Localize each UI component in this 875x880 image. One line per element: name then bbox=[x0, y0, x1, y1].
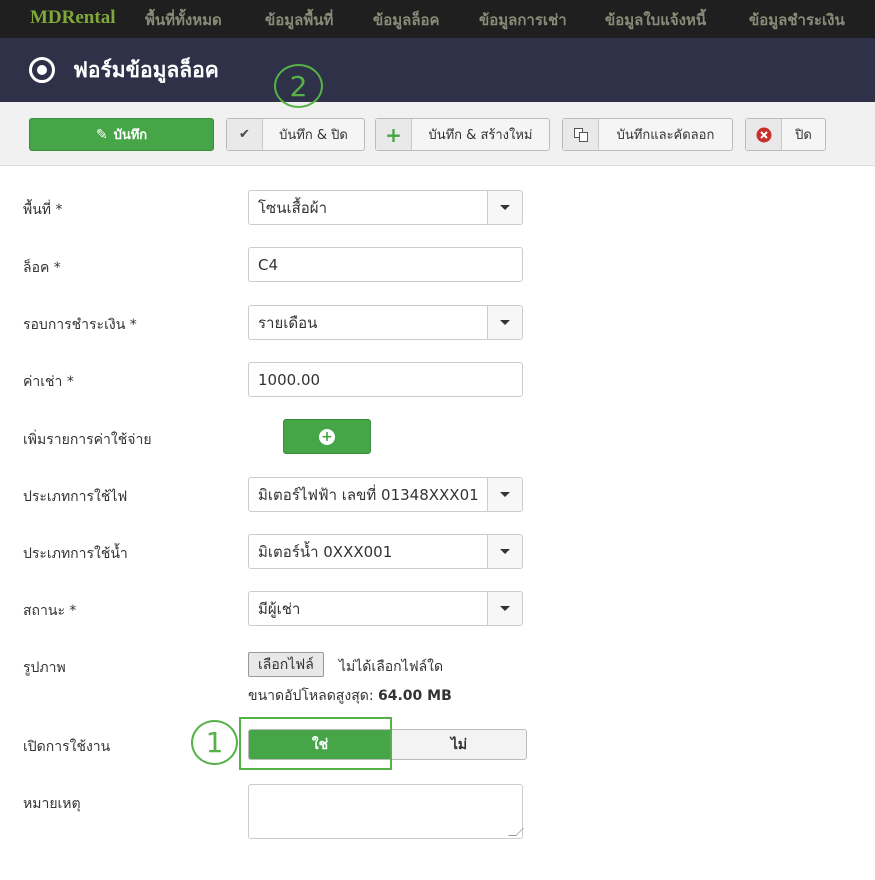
nav-item-area-info[interactable]: ข้อมูลพื้นที่ bbox=[265, 8, 333, 32]
max-upload-value: 64.00 MB bbox=[378, 688, 452, 704]
chevron-down-icon bbox=[487, 306, 522, 339]
page-header: ฟอร์มข้อมูลล็อค bbox=[0, 38, 875, 102]
max-upload-label: ขนาดอัปโหลดสูงสุด: bbox=[248, 688, 374, 704]
save-button[interactable]: ✎ บันทึก bbox=[29, 118, 214, 151]
record-icon bbox=[29, 57, 55, 83]
copy-icon bbox=[563, 119, 599, 150]
electric-select[interactable]: มิเตอร์ไฟฟ้า เลขที่ 01348XXX01 bbox=[248, 477, 523, 512]
status-label: สถานะ * bbox=[23, 603, 77, 619]
save-new-label: บันทึก & สร้างใหม่ bbox=[428, 128, 533, 143]
area-value: โซนเสื้อผ้า bbox=[258, 198, 327, 217]
note-label: หมายเหตุ bbox=[23, 796, 81, 812]
page-title: ฟอร์มข้อมูลล็อค bbox=[73, 58, 219, 82]
electric-label: ประเภทการใช้ไฟ bbox=[23, 489, 128, 505]
chevron-down-icon bbox=[487, 191, 522, 224]
chevron-down-icon bbox=[487, 478, 522, 511]
water-value: มิเตอร์น้ำ 0XXX001 bbox=[258, 542, 393, 561]
check-icon: ✔ bbox=[227, 119, 263, 150]
nav-item-invoice-info[interactable]: ข้อมูลใบแจ้งหนี้ bbox=[605, 8, 706, 32]
rent-label: ค่าเช่า * bbox=[23, 374, 74, 390]
nav-item-rental-info[interactable]: ข้อมูลการเช่า bbox=[479, 8, 567, 32]
close-button[interactable]: ปิด bbox=[745, 118, 826, 151]
top-navbar: MDRental พื้นที่ทั้งหมด ข้อมูลพื้นที่ ข้… bbox=[0, 0, 875, 38]
nav-item-lock-info[interactable]: ข้อมูลล็อค bbox=[373, 8, 440, 32]
water-select[interactable]: มิเตอร์น้ำ 0XXX001 bbox=[248, 534, 523, 569]
area-select[interactable]: โซนเสื้อผ้า bbox=[248, 190, 523, 225]
save-close-button[interactable]: ✔ บันทึก & ปิด bbox=[226, 118, 365, 151]
chevron-down-icon bbox=[487, 592, 522, 625]
rent-input[interactable]: 1000.00 bbox=[248, 362, 523, 397]
add-expense-button[interactable]: + bbox=[283, 419, 371, 454]
enabled-label: เปิดการใช้งาน bbox=[23, 739, 111, 755]
annotation-highlight-box bbox=[239, 717, 392, 770]
save-button-label: บันทึก bbox=[113, 128, 148, 143]
choose-file-button[interactable]: เลือกไฟล์ bbox=[248, 652, 324, 677]
plus-icon: + bbox=[376, 119, 412, 150]
enabled-no-option[interactable]: ไม่ bbox=[391, 730, 526, 759]
image-label: รูปภาพ bbox=[23, 660, 66, 676]
lock-label: ล็อค * bbox=[23, 260, 61, 276]
add-expense-label: เพิ่มรายการค่าใช้จ่าย bbox=[23, 432, 152, 448]
payment-cycle-select[interactable]: รายเดือน bbox=[248, 305, 523, 340]
edit-icon: ✎ bbox=[95, 126, 108, 143]
water-label: ประเภทการใช้น้ำ bbox=[23, 546, 128, 562]
annotation-marker-1: 1 bbox=[191, 720, 238, 765]
save-close-label: บันทึก & ปิด bbox=[279, 128, 348, 143]
close-label: ปิด bbox=[795, 128, 812, 143]
resize-handle-icon[interactable] bbox=[508, 828, 524, 836]
annotation-marker-2: 2 bbox=[274, 64, 323, 108]
brand-logo[interactable]: MDRental bbox=[30, 7, 115, 29]
electric-value: มิเตอร์ไฟฟ้า เลขที่ 01348XXX01 bbox=[258, 485, 479, 504]
save-copy-label: บันทึกและคัดลอก bbox=[616, 128, 715, 143]
nav-item-all-areas[interactable]: พื้นที่ทั้งหมด bbox=[145, 8, 222, 32]
toolbar: ✎ บันทึก ✔ บันทึก & ปิด + บันทึก & สร้าง… bbox=[0, 102, 875, 166]
chevron-down-icon bbox=[487, 535, 522, 568]
area-label: พื้นที่ * bbox=[23, 202, 63, 218]
status-value: มีผู้เช่า bbox=[258, 599, 301, 618]
note-textarea[interactable] bbox=[248, 784, 524, 839]
payment-cycle-label: รอบการชำระเงิน * bbox=[23, 317, 137, 333]
max-upload-note: ขนาดอัปโหลดสูงสุด: 64.00 MB bbox=[248, 685, 452, 707]
save-copy-button[interactable]: บันทึกและคัดลอก bbox=[562, 118, 733, 151]
close-icon bbox=[746, 119, 782, 150]
lock-input[interactable]: C4 bbox=[248, 247, 523, 282]
save-new-button[interactable]: + บันทึก & สร้างใหม่ bbox=[375, 118, 550, 151]
plus-circle-icon: + bbox=[319, 428, 335, 445]
nav-item-payment-info[interactable]: ข้อมูลชำระเงิน bbox=[749, 8, 845, 32]
status-select[interactable]: มีผู้เช่า bbox=[248, 591, 523, 626]
no-file-text: ไม่ได้เลือกไฟล์ใด bbox=[339, 659, 444, 675]
payment-cycle-value: รายเดือน bbox=[258, 313, 318, 332]
